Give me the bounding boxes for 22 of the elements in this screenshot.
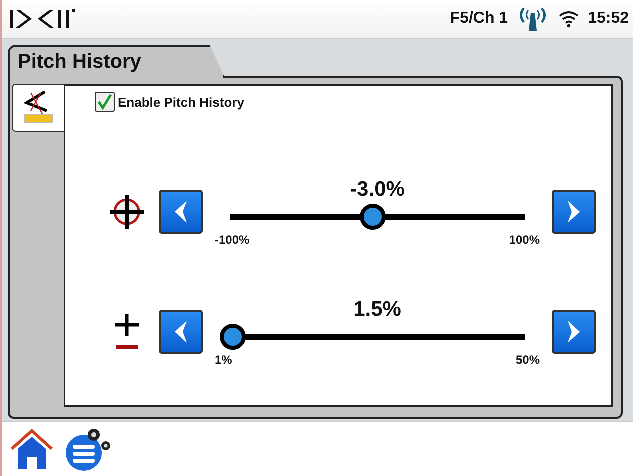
increase-button[interactable] (552, 310, 596, 354)
min-label: -100% (215, 232, 250, 246)
enable-checkbox[interactable]: Enable Pitch History (95, 92, 611, 112)
wifi-icon (558, 10, 580, 28)
side-tab[interactable] (12, 84, 64, 132)
min-label: 1% (215, 352, 232, 366)
slider-value: -3.0% (349, 178, 406, 202)
home-icon[interactable] (10, 427, 54, 471)
checkmark-icon (97, 94, 113, 110)
clock-time: 15:52 (588, 10, 629, 28)
crosshair-icon (107, 192, 147, 232)
settings-menu-icon[interactable] (64, 426, 112, 472)
decrease-button[interactable] (159, 190, 203, 234)
max-label: 100% (509, 232, 540, 246)
plus-minus-icon (112, 312, 142, 352)
page-tab[interactable]: Pitch History (8, 45, 225, 78)
max-label: 50% (516, 352, 540, 366)
increase-button[interactable] (552, 190, 596, 234)
channel-label: F5/Ch 1 (450, 10, 508, 28)
slider-thumb[interactable] (220, 324, 246, 350)
slider-value: 1.5% (352, 298, 402, 322)
decrease-button[interactable] (159, 310, 203, 354)
